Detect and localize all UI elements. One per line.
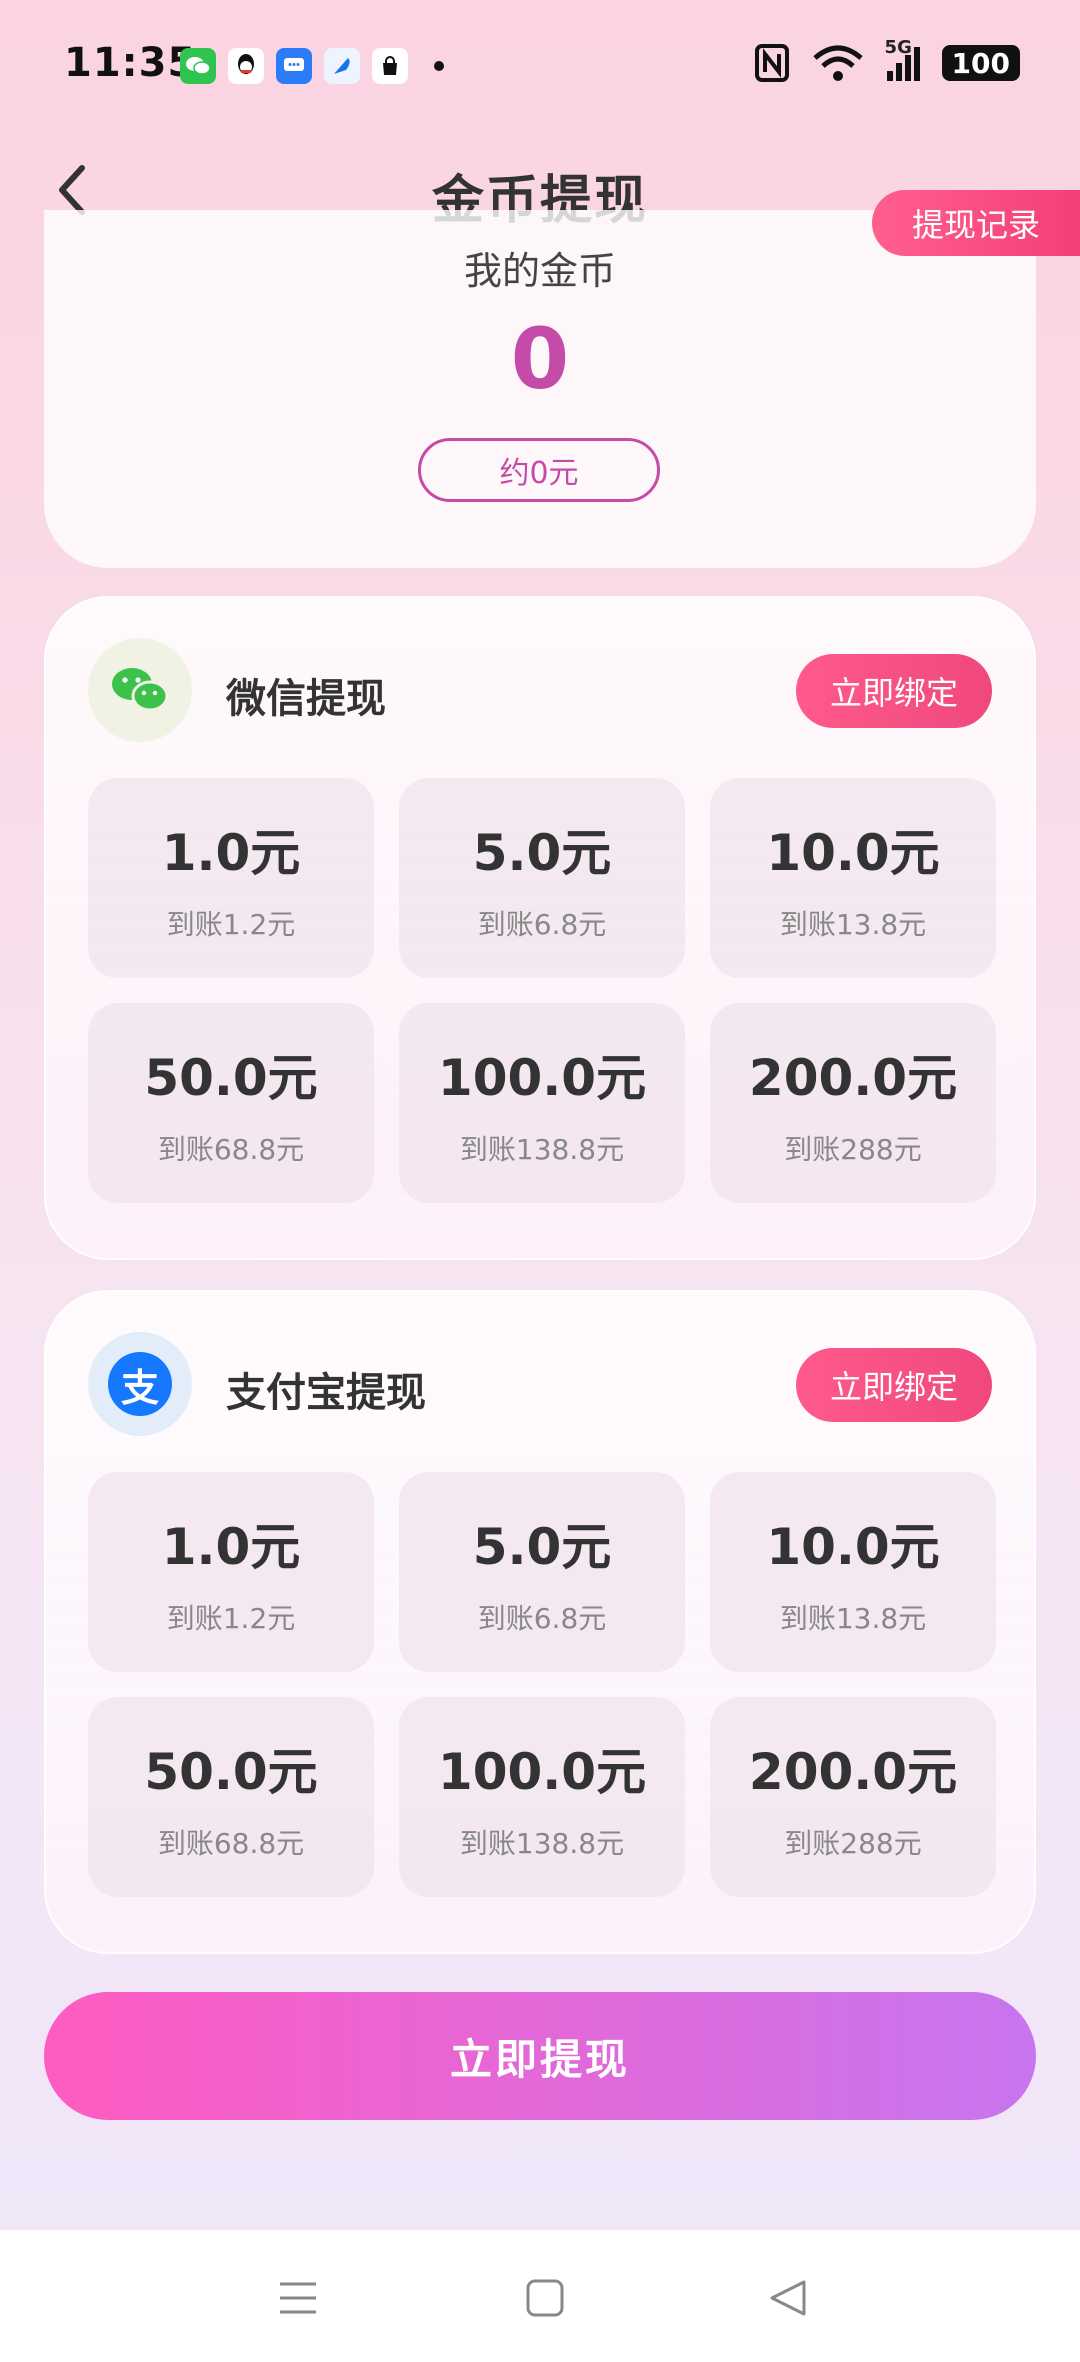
notification-dot <box>434 61 444 71</box>
amount-value: 200.0元 <box>748 1049 958 1107</box>
amount-value: 10.0元 <box>766 1518 940 1576</box>
amount-receive: 到账13.8元 <box>779 1602 927 1635</box>
amount-value: 100.0元 <box>437 1743 647 1801</box>
bag-icon <box>372 48 408 84</box>
amount-option[interactable]: 5.0元到账6.8元 <box>399 778 685 978</box>
amount-receive: 到账6.8元 <box>477 908 607 941</box>
panel-header: 支 支付宝提现 立即绑定 <box>88 1332 992 1436</box>
network-type: 5G <box>884 37 912 58</box>
wechat-icon <box>88 638 192 742</box>
wechat-icon <box>180 48 216 84</box>
amount-receive: 到账138.8元 <box>459 1133 625 1166</box>
amount-option[interactable]: 1.0元到账1.2元 <box>88 1472 374 1672</box>
status-time: 11:35 <box>64 40 197 86</box>
amount-value: 5.0元 <box>472 1518 612 1576</box>
amount-option[interactable]: 10.0元到账13.8元 <box>710 1472 996 1672</box>
amount-option[interactable]: 100.0元到账138.8元 <box>399 1003 685 1203</box>
amount-value: 1.0元 <box>161 1518 301 1576</box>
status-bar: 11:35 5G 100 <box>0 0 1080 130</box>
browser-icon <box>324 48 360 84</box>
amount-option[interactable]: 50.0元到账68.8元 <box>88 1697 374 1897</box>
amount-option[interactable]: 100.0元到账138.8元 <box>399 1697 685 1897</box>
amount-grid: 1.0元到账1.2元 5.0元到账6.8元 10.0元到账13.8元 50.0元… <box>88 1472 996 1897</box>
withdraw-records-button[interactable]: 提现记录 <box>872 190 1080 256</box>
home-button[interactable] <box>517 2270 573 2326</box>
panel-title: 支付宝提现 <box>226 1370 426 1416</box>
amount-value: 1.0元 <box>161 824 301 882</box>
wifi-icon <box>812 45 863 81</box>
amount-value: 5.0元 <box>472 824 612 882</box>
coin-balance-card: 我的金币 0 约0元 <box>44 210 1036 568</box>
menu-icon <box>280 2282 316 2314</box>
panel-title: 微信提现 <box>226 676 386 722</box>
amount-value: 50.0元 <box>144 1049 318 1107</box>
status-app-icons <box>180 48 444 84</box>
amount-value: 50.0元 <box>144 1743 318 1801</box>
status-right: 5G 100 <box>754 37 1020 82</box>
amount-option[interactable]: 200.0元到账288元 <box>710 1003 996 1203</box>
amount-receive: 到账68.8元 <box>157 1827 305 1860</box>
amount-value: 200.0元 <box>748 1743 958 1801</box>
amount-receive: 到账68.8元 <box>157 1133 305 1166</box>
wechat-bind-button[interactable]: 立即绑定 <box>796 654 992 728</box>
home-square-icon <box>526 2279 564 2317</box>
amount-option[interactable]: 10.0元到账13.8元 <box>710 778 996 978</box>
alipay-logo: 支 <box>108 1352 172 1416</box>
battery-level: 100 <box>951 46 1010 80</box>
amount-receive: 到账138.8元 <box>459 1827 625 1860</box>
alipay-icon: 支 <box>88 1332 192 1436</box>
amount-receive: 到账13.8元 <box>779 908 927 941</box>
amount-value: 10.0元 <box>766 824 940 882</box>
system-nav-bar <box>0 2230 1080 2362</box>
back-triangle-icon <box>770 2280 806 2316</box>
battery-indicator: 100 <box>941 45 1020 81</box>
amount-receive: 到账1.2元 <box>166 908 296 941</box>
amount-option[interactable]: 5.0元到账6.8元 <box>399 1472 685 1672</box>
amount-option[interactable]: 1.0元到账1.2元 <box>88 778 374 978</box>
back-nav-button[interactable] <box>760 2270 816 2326</box>
coin-approx-badge: 约0元 <box>418 438 660 502</box>
amount-receive: 到账6.8元 <box>477 1602 607 1635</box>
amount-receive: 到账288元 <box>784 1827 922 1860</box>
amount-value: 100.0元 <box>437 1049 647 1107</box>
panel-header: 微信提现 立即绑定 <box>88 638 992 742</box>
amount-option[interactable]: 50.0元到账68.8元 <box>88 1003 374 1203</box>
amount-option[interactable]: 200.0元到账288元 <box>710 1697 996 1897</box>
amount-receive: 到账1.2元 <box>166 1602 296 1635</box>
alipay-bind-button[interactable]: 立即绑定 <box>796 1348 992 1422</box>
menu-button[interactable] <box>270 2270 326 2326</box>
amount-grid: 1.0元到账1.2元 5.0元到账6.8元 10.0元到账13.8元 50.0元… <box>88 778 996 1203</box>
message-icon <box>276 48 312 84</box>
nfc-icon <box>754 44 789 82</box>
coin-value: 0 <box>510 310 570 408</box>
alipay-withdraw-panel: 支 支付宝提现 立即绑定 1.0元到账1.2元 5.0元到账6.8元 10.0元… <box>44 1290 1036 1954</box>
signal-indicator: 5G <box>885 37 920 81</box>
alipay-logo-text: 支 <box>120 1365 159 1410</box>
amount-receive: 到账288元 <box>784 1133 922 1166</box>
wechat-withdraw-panel: 微信提现 立即绑定 1.0元到账1.2元 5.0元到账6.8元 10.0元到账1… <box>44 596 1036 1260</box>
withdraw-now-button[interactable]: 立即提现 <box>44 1992 1036 2120</box>
qq-icon <box>228 48 264 84</box>
